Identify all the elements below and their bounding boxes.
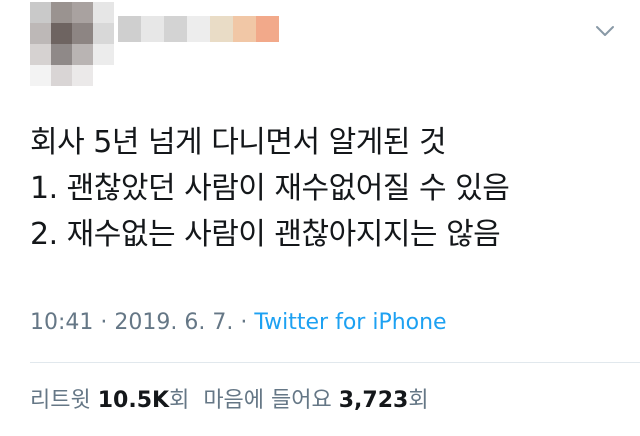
tweet-timestamp: 10:41 · 2019. 6. 7. · Twitter for iPhone xyxy=(30,308,447,338)
retweets-unit: 회 xyxy=(169,388,190,413)
chevron-down-icon[interactable] xyxy=(594,20,616,42)
tweet-text-line: 2. 재수없는 사람이 괜찮아지지는 않음 xyxy=(30,217,501,252)
avatar-blurred[interactable] xyxy=(30,2,114,86)
tweet-date[interactable]: 2019. 6. 7. xyxy=(114,310,233,335)
meta-separator: · xyxy=(240,310,248,335)
tweet-stats: 리트윗 10.5K회 마음에 들어요 3,723회 xyxy=(30,386,429,416)
retweets-label: 리트윗 xyxy=(30,388,91,413)
tweet-header xyxy=(0,0,640,100)
tweet-card: 회사 5년 넘게 다니면서 알게된 것 1. 괜찮았던 사람이 재수없어질 수 … xyxy=(0,0,640,436)
likes-label: 마음에 들어요 xyxy=(203,388,332,413)
tweet-text: 회사 5년 넘게 다니면서 알게된 것 1. 괜찮았던 사람이 재수없어질 수 … xyxy=(30,120,620,258)
tweet-text-line: 회사 5년 넘게 다니면서 알게된 것 xyxy=(30,125,447,160)
retweets-count[interactable]: 10.5K xyxy=(98,388,169,413)
tweet-time[interactable]: 10:41 xyxy=(30,310,93,335)
likes-count[interactable]: 3,723 xyxy=(339,388,409,413)
meta-separator: · xyxy=(100,310,108,335)
tweet-source-link[interactable]: Twitter for iPhone xyxy=(254,310,446,335)
tweet-text-line: 1. 괜찮았던 사람이 재수없어질 수 있음 xyxy=(30,171,510,206)
display-name-blurred[interactable] xyxy=(118,16,279,42)
divider xyxy=(30,362,640,363)
likes-unit: 회 xyxy=(408,388,429,413)
